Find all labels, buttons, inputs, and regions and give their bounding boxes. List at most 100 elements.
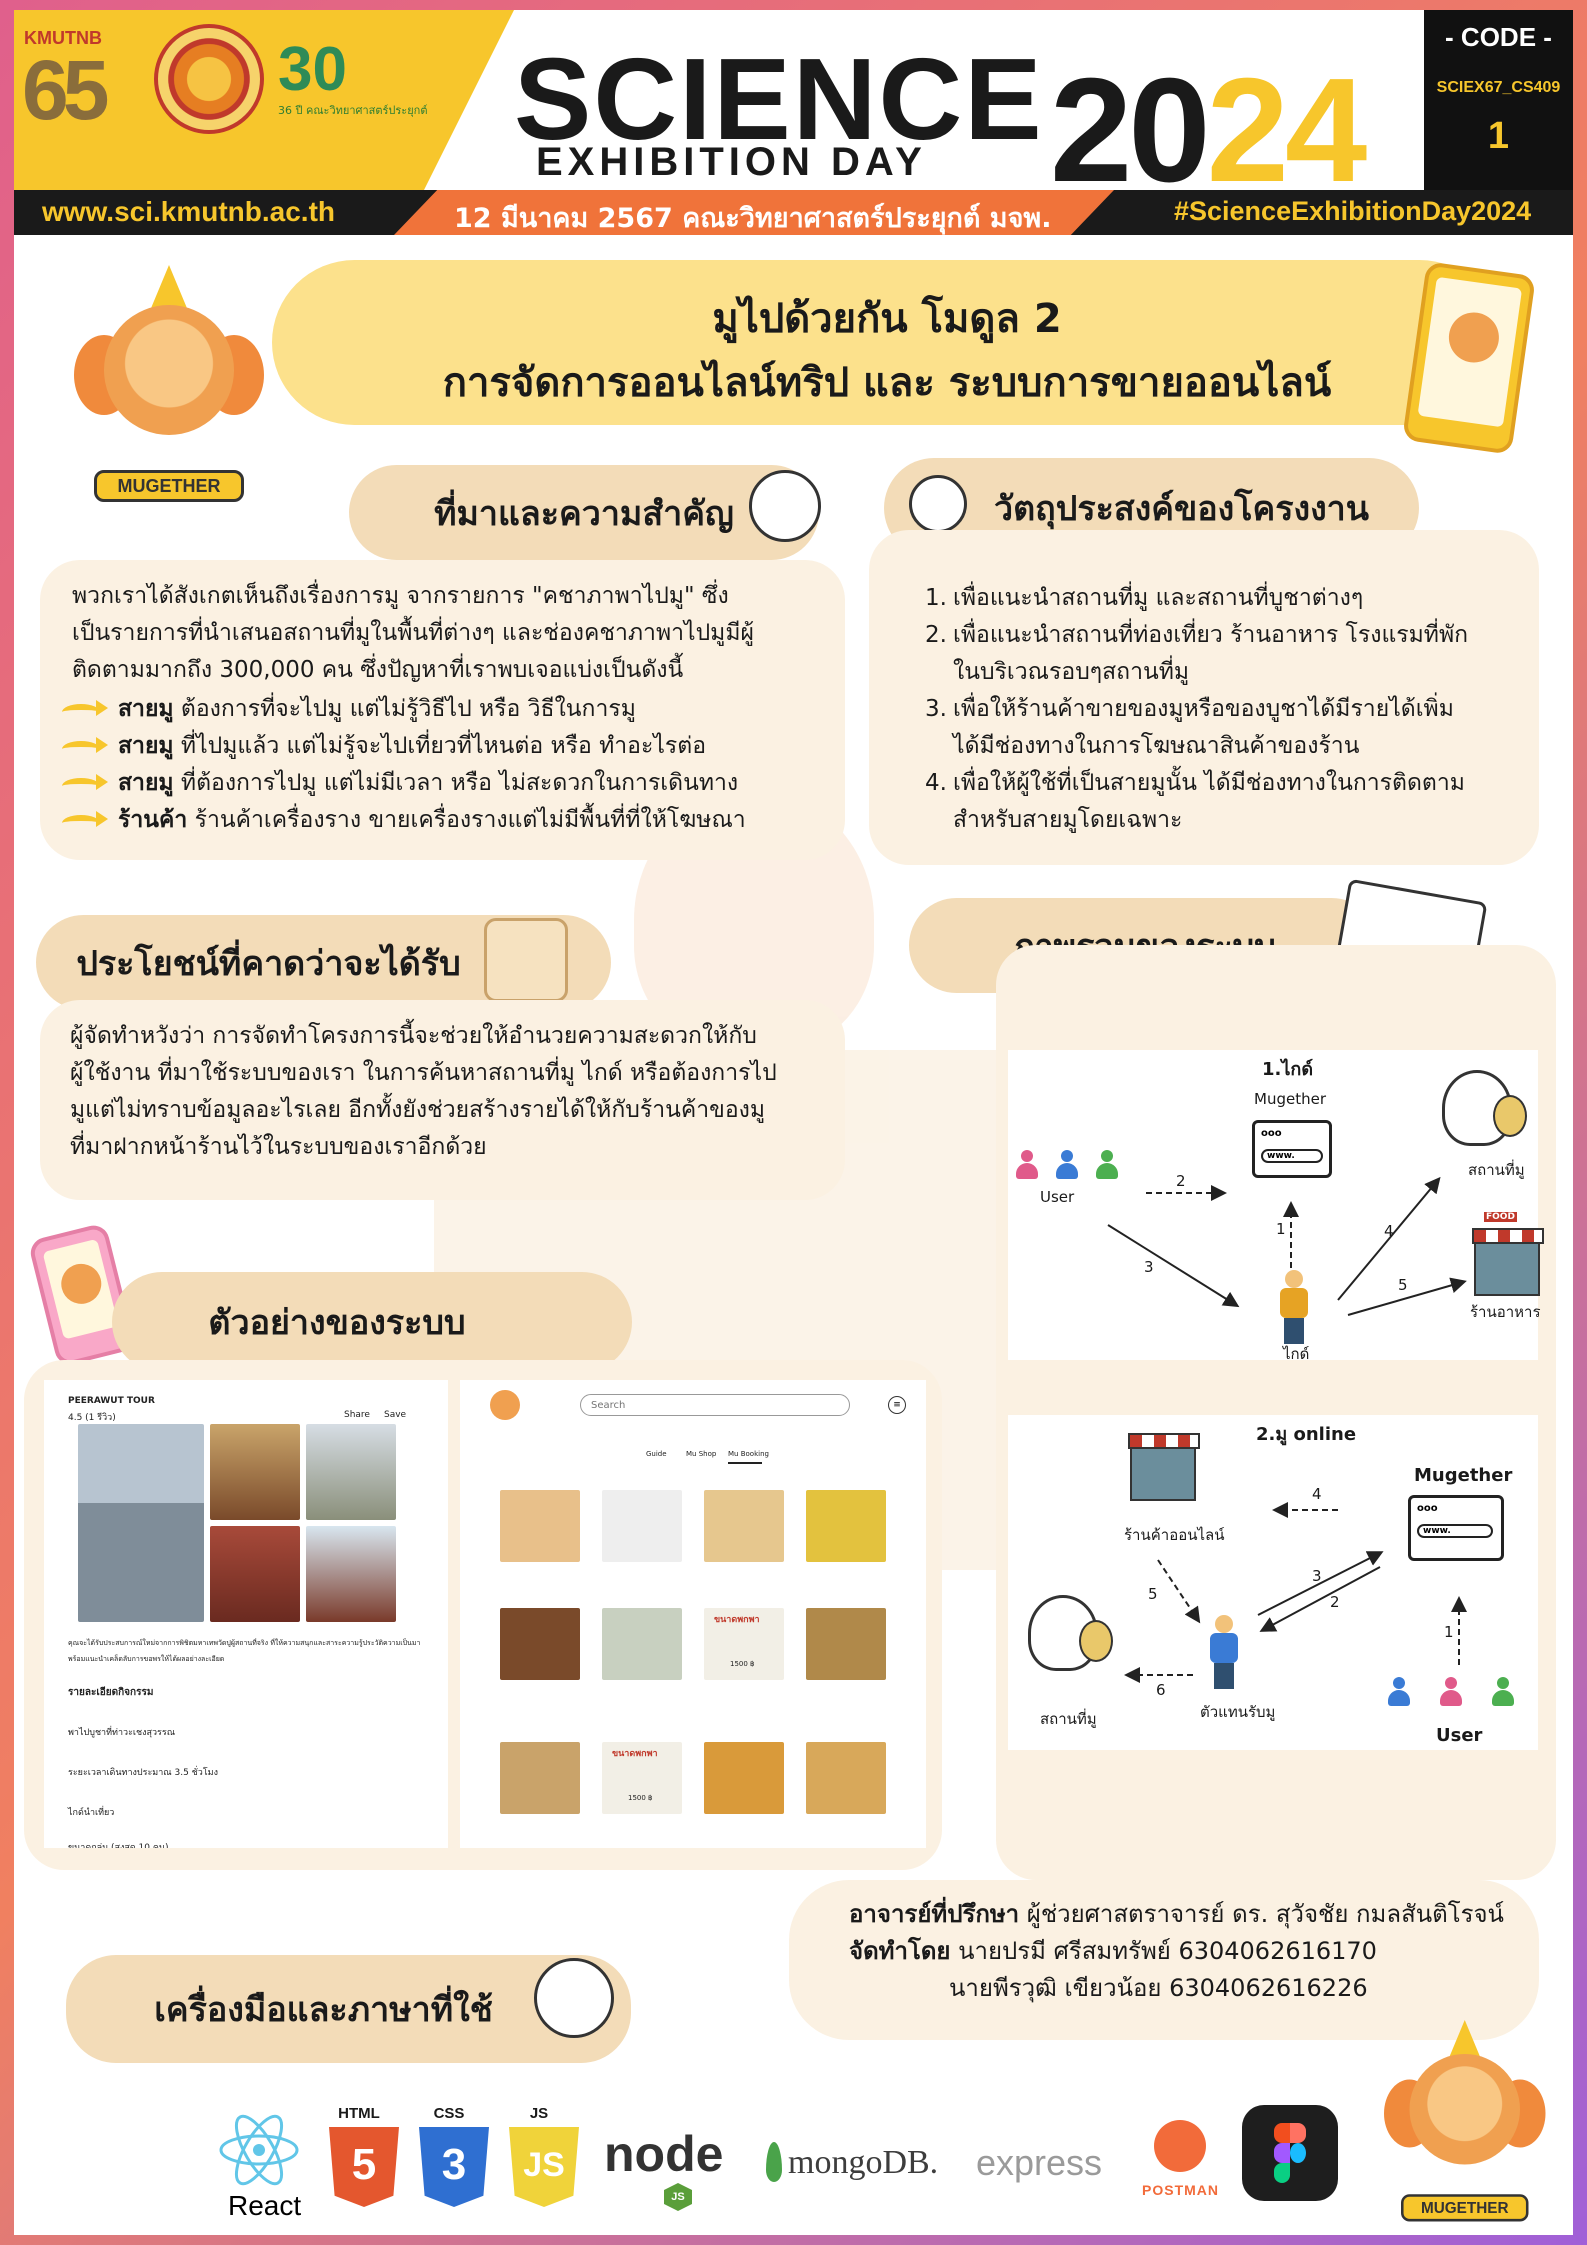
problem-subject: สายมู (118, 696, 174, 722)
tour-photo-main (78, 1424, 204, 1622)
save-action[interactable]: Save (384, 1410, 406, 1420)
problem-subject: สายมู (118, 733, 174, 759)
tour-description: คุณจะได้รับประสบการณ์ใหม่จากการพิชิตมหาเ… (68, 1639, 421, 1647)
product-image[interactable] (806, 1742, 886, 1814)
css3-shield-icon: 3 (419, 2127, 489, 2207)
activity-item: ระยะเวลาเดินทางประมาณ 3.5 ชั่วโมง (68, 1768, 219, 1778)
year-part-a: 20 (1050, 48, 1211, 213)
intro-line: ติดตามมากถึง 300,000 คน ซึ่งปัญหาที่เราพ… (72, 657, 684, 683)
figma-shape (1274, 2123, 1290, 2143)
menu-icon[interactable]: ≡ (888, 1396, 906, 1414)
shop-awning (1128, 1433, 1200, 1449)
product-image-price: 1500 ฿ (730, 1660, 755, 1668)
mascot-head (1409, 2054, 1520, 2165)
problem-item: สายมู ที่ไปมูแล้ว แต่ไม่รู้จะไปเที่ยวที่… (62, 728, 746, 765)
phone-mascot-icon (1402, 261, 1536, 455)
mascot-label: MUGETHER (1401, 2194, 1529, 2222)
product-image[interactable] (806, 1490, 886, 1562)
html-label: HTML (338, 2105, 380, 2122)
step-number: 2 (1176, 1172, 1186, 1190)
agent-head (1215, 1615, 1233, 1633)
arrow-icon (62, 773, 110, 792)
product-image-label: ขนาดพกพา (612, 1749, 658, 1759)
background-heading: ที่มาและความสำคัญ (349, 465, 819, 560)
agent-body (1210, 1633, 1238, 1663)
product-image[interactable]: ขนาดพกพา 1500 ฿ (602, 1742, 682, 1814)
user-icon (1056, 1150, 1078, 1180)
mascot-label: MUGETHER (94, 470, 244, 502)
poster: KMUTNB 65 30 36 ปี คณะวิทยาศาสตร์ประยุกต… (14, 10, 1573, 2235)
header: KMUTNB 65 30 36 ปี คณะวิทยาศาสตร์ประยุกต… (14, 10, 1573, 235)
step-number: 1 (1276, 1220, 1286, 1238)
product-image[interactable] (500, 1490, 580, 1562)
mugether-mascot-small: MUGETHER (1384, 2020, 1546, 2224)
product-image[interactable] (500, 1742, 580, 1814)
objective-line: ในบริเวณรอบๆสถานที่มู (953, 659, 1190, 685)
background-heading-text: ที่มาและความสำคัญ (434, 493, 734, 534)
product-image[interactable] (704, 1490, 784, 1562)
tab-mu-shop[interactable]: Mu Shop (686, 1450, 716, 1458)
code-value: SCIEX67_CS409 (1436, 79, 1561, 96)
mongodb-logo: mongoDB. (766, 2138, 956, 2188)
faculty-seal-logo (154, 24, 264, 134)
step-number: 5 (1148, 1585, 1158, 1603)
product-image[interactable] (806, 1608, 886, 1680)
kmutnb-65-logo: KMUTNB 65 (20, 24, 140, 137)
product-image[interactable] (704, 1742, 784, 1814)
arrow-icon (62, 810, 110, 829)
objective-line: สำหรับสายมูโดยเฉพาะ (953, 807, 1183, 833)
step-number: 3 (1312, 1567, 1322, 1585)
shop-awning (1472, 1228, 1544, 1244)
tools-heading-text: เครื่องมือและภาษาที่ใช้ (154, 1990, 493, 2030)
phone-screen (42, 1238, 119, 1340)
lucky-cat-coin (1493, 1095, 1527, 1137)
website-browser-icon: ooo www. (1252, 1120, 1332, 1178)
hashtag: #ScienceExhibitionDay2024 (1174, 196, 1532, 226)
product-image[interactable] (602, 1490, 682, 1562)
objective-number: 4. (925, 770, 947, 796)
objective-item: 1. เพื่อแนะนำสถานที่มู และสถานที่บูชาต่าง… (925, 580, 1468, 617)
user-icon (1388, 1677, 1410, 1707)
lucky-cat-icon (1028, 1595, 1113, 1671)
benefits-text: ผู้จัดทำหวังว่า การจัดทำโครงการนี้จะช่วย… (70, 1018, 777, 1166)
tab-mu-booking[interactable]: Mu Booking (728, 1450, 769, 1458)
site-logo[interactable] (490, 1390, 520, 1420)
express-logo: express (976, 2138, 1116, 2188)
exhibition-day-subtitle: EXHIBITION DAY (536, 140, 927, 184)
code-box: - CODE - SCIEX67_CS409 1 (1424, 10, 1573, 190)
react-label: React (228, 2190, 302, 2221)
step-number: 3 (1144, 1258, 1154, 1276)
project-title-line2: การจัดการออนไลน์ทริป และ ระบบการขายออนไล… (442, 360, 1332, 406)
guide-person-icon (1276, 1270, 1312, 1344)
product-image[interactable]: ขนาดพกพา 1500 ฿ (704, 1608, 784, 1680)
logo-30-caption: 36 ปี คณะวิทยาศาสตร์ประยุกต์ (278, 104, 428, 117)
tab-guide[interactable]: Guide (646, 1450, 667, 1458)
objectives-list: 1. เพื่อแนะนำสถานที่มู และสถานที่บูชาต่าง… (925, 580, 1468, 839)
place-label: สถานที่มู (1468, 1161, 1525, 1179)
postman-label: POSTMAN (1142, 2182, 1219, 2198)
product-image[interactable] (500, 1608, 580, 1680)
activity-item: ขนาดกลุ่ม (สูงสุด 10 คน) (68, 1843, 169, 1848)
postman-circle-icon (1154, 2120, 1206, 2172)
place-label: สถานที่มู (1040, 1710, 1097, 1728)
search-input[interactable] (580, 1394, 850, 1416)
share-action[interactable]: Share (344, 1410, 370, 1420)
product-image[interactable] (602, 1608, 682, 1680)
member-1: นายปรมี ศรีสมทรัพย์ 6304062616170 (950, 1937, 1377, 1965)
background-box: พวกเราได้สังเกตเห็นถึงเรื่องการมู จากราย… (40, 560, 845, 860)
browser-url-bar: www. (1261, 1149, 1323, 1163)
website-url[interactable]: www.sci.kmutnb.ac.th (42, 196, 335, 228)
benefits-box: ผู้จัดทำหวังว่า การจัดทำโครงการนี้จะช่วย… (40, 1000, 845, 1200)
browser-dots: ooo (1417, 1503, 1438, 1514)
css3-number: 3 (441, 2140, 467, 2189)
step-number: 5 (1398, 1276, 1408, 1294)
credits-box: อาจารย์ที่ปรึกษา ผู้ช่วยศาสตราจารย์ ดร. … (789, 1880, 1539, 2040)
objective-number: 1. (925, 585, 947, 611)
objectives-heading-text: วัตถุประสงค์ของโครงงาน (993, 489, 1370, 529)
problem-item: สายมู ต้องการที่จะไปมู แต่ไม่รู้วิธีไป ห… (62, 691, 746, 728)
objective-item: 4. เพื่อให้ผู้ใช้ที่เป็นสายมูนั้น ได้มีช่… (925, 765, 1468, 839)
node-js-hex-icon: JS (664, 2183, 692, 2211)
objective-line: ได้มีช่องทางในการโฆษณาสินค้าของร้าน (953, 733, 1360, 759)
figma-shape (1290, 2143, 1306, 2163)
js-label: JS (529, 2105, 549, 2122)
